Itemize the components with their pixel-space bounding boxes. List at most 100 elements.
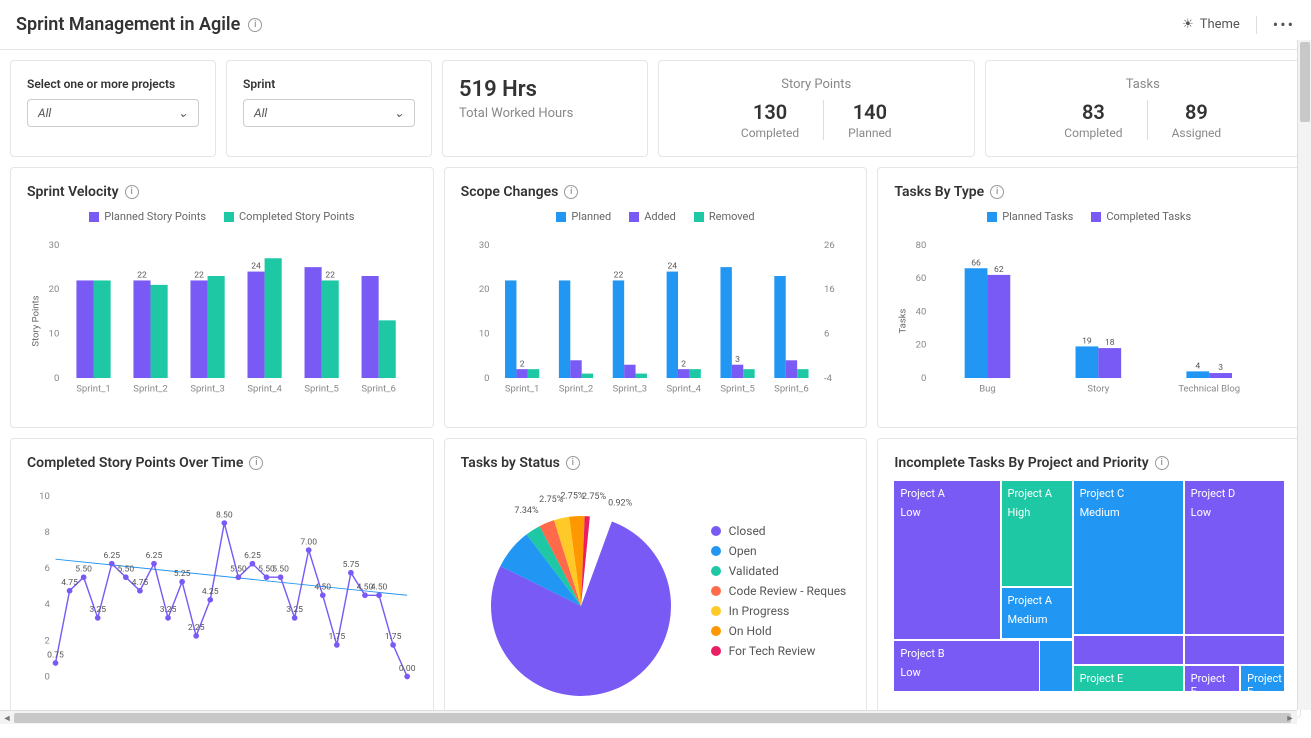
info-icon[interactable]: i bbox=[248, 18, 262, 32]
pie-legend-item[interactable]: Open bbox=[711, 544, 847, 558]
svg-text:22: 22 bbox=[194, 271, 204, 281]
svg-text:Sprint_5: Sprint_5 bbox=[720, 383, 754, 394]
svg-text:8.50: 8.50 bbox=[216, 510, 233, 520]
pie-legend-item[interactable]: On Hold bbox=[711, 624, 847, 638]
scroll-right-arrow[interactable]: ► bbox=[1283, 711, 1297, 725]
info-icon[interactable]: i bbox=[125, 185, 139, 199]
info-icon[interactable]: i bbox=[564, 185, 578, 199]
legend-added: Added bbox=[644, 210, 676, 223]
svg-text:Sprint_3: Sprint_3 bbox=[190, 383, 224, 394]
points-title: Story Points bbox=[675, 77, 958, 92]
treemap-cell[interactable]: Project AMedium bbox=[1002, 588, 1072, 638]
svg-text:0: 0 bbox=[44, 671, 49, 682]
chevron-down-icon: ⌄ bbox=[394, 106, 404, 120]
svg-text:Sprint_2: Sprint_2 bbox=[558, 383, 592, 394]
treemap-cell[interactable]: Project E bbox=[1185, 666, 1240, 691]
scroll-left-arrow[interactable]: ◄ bbox=[0, 711, 14, 725]
more-button[interactable]: ••• bbox=[1273, 15, 1295, 34]
svg-text:3.25: 3.25 bbox=[160, 605, 177, 615]
svg-text:2.75%: 2.75% bbox=[582, 492, 607, 502]
scroll-thumb[interactable] bbox=[1300, 42, 1310, 122]
svg-text:6.25: 6.25 bbox=[244, 551, 261, 561]
title-text: Sprint Management in Agile bbox=[16, 14, 240, 35]
svg-text:0.75: 0.75 bbox=[47, 650, 64, 660]
tasks-type-card: Tasks By Typei Planned Tasks Completed T… bbox=[877, 167, 1301, 428]
svg-text:Story: Story bbox=[1088, 383, 1110, 394]
kpi-tasks-card: Tasks 83 Completed 89 Assigned bbox=[985, 60, 1302, 157]
info-icon[interactable]: i bbox=[566, 456, 580, 470]
legend-swatch bbox=[629, 212, 639, 222]
pie-legend-item[interactable]: In Progress bbox=[711, 604, 847, 618]
svg-text:4: 4 bbox=[1196, 362, 1201, 372]
pie-legend: Closed Open Validated Code Review - Reques I… bbox=[711, 518, 847, 664]
legend-swatch bbox=[556, 212, 566, 222]
line-chart: 02468100.754.755.503.256.255.504.756.253… bbox=[27, 481, 417, 701]
project-select[interactable]: All ⌄ bbox=[27, 99, 199, 127]
svg-text:19: 19 bbox=[1082, 337, 1092, 347]
svg-text:4: 4 bbox=[44, 599, 50, 610]
pie-legend-item[interactable]: For Tech Review bbox=[711, 644, 847, 658]
treemap-cell[interactable]: Project DLow bbox=[1185, 481, 1284, 634]
treemap-cell[interactable]: Project CMedium bbox=[1074, 481, 1183, 634]
svg-text:22: 22 bbox=[325, 271, 335, 281]
treemap-cell[interactable]: Project ALow bbox=[894, 481, 999, 639]
legend-label: On Hold bbox=[729, 624, 772, 638]
tasks-assigned-label: Assigned bbox=[1172, 126, 1222, 140]
svg-text:20: 20 bbox=[916, 340, 927, 351]
scroll-thumb[interactable] bbox=[14, 713, 1291, 723]
kpi-row: Select one or more projects All ⌄ Sprint… bbox=[10, 60, 1301, 157]
svg-text:24: 24 bbox=[251, 262, 261, 272]
legend-completed: Completed Tasks bbox=[1106, 210, 1191, 223]
info-icon[interactable]: i bbox=[1155, 456, 1169, 470]
tasks-assigned: 89 bbox=[1172, 100, 1222, 124]
pie-legend-item[interactable]: Closed bbox=[711, 524, 847, 538]
treemap-cell[interactable]: Project BLow bbox=[894, 641, 1038, 691]
svg-text:Sprint_2: Sprint_2 bbox=[133, 383, 167, 394]
sprint-select[interactable]: All ⌄ bbox=[243, 99, 415, 127]
legend-dot bbox=[711, 626, 721, 636]
pie-legend-item[interactable]: Validated bbox=[711, 564, 847, 578]
svg-text:6: 6 bbox=[44, 563, 49, 574]
svg-text:7.00: 7.00 bbox=[300, 537, 317, 547]
treemap-cell[interactable] bbox=[1040, 641, 1071, 691]
chevron-down-icon: ⌄ bbox=[178, 106, 188, 120]
hours-value: 519 Hrs bbox=[459, 77, 631, 102]
project-value: All bbox=[38, 106, 51, 120]
info-icon[interactable]: i bbox=[249, 456, 263, 470]
tasks-type-title: Tasks By Type bbox=[894, 184, 984, 200]
svg-text:3: 3 bbox=[1219, 363, 1224, 373]
theme-button[interactable]: ☀ Theme bbox=[1182, 17, 1240, 32]
svg-text:Bug: Bug bbox=[980, 383, 997, 394]
charts-row-1: Sprint Velocityi Planned Story Points Co… bbox=[10, 167, 1301, 428]
charts-row-2: Completed Story Points Over Timei 024681… bbox=[10, 438, 1301, 718]
legend-dot bbox=[711, 526, 721, 536]
points-planned-label: Planned bbox=[848, 126, 891, 140]
velocity-chart: 0102030Story PointsSprint_122Sprint_222S… bbox=[27, 231, 417, 411]
svg-text:4.50: 4.50 bbox=[371, 583, 388, 593]
velocity-legend: Planned Story Points Completed Story Poi… bbox=[27, 210, 417, 223]
info-icon[interactable]: i bbox=[990, 185, 1004, 199]
svg-text:22: 22 bbox=[613, 271, 623, 281]
treemap-cell[interactable] bbox=[1185, 636, 1284, 663]
legend-label: Code Review - Reques bbox=[729, 584, 847, 598]
svg-text:8: 8 bbox=[44, 527, 49, 538]
vertical-scrollbar[interactable] bbox=[1297, 40, 1311, 710]
svg-text:2: 2 bbox=[44, 635, 49, 646]
treemap-cell[interactable]: Project AHigh bbox=[1002, 481, 1072, 586]
treemap-cell[interactable] bbox=[1074, 636, 1183, 663]
treemap-cell[interactable]: Project E bbox=[1241, 666, 1284, 691]
svg-text:5.50: 5.50 bbox=[75, 565, 92, 575]
pie-legend-item[interactable]: Code Review - Reques bbox=[711, 584, 847, 598]
svg-text:4.75: 4.75 bbox=[132, 578, 149, 588]
legend-label: In Progress bbox=[729, 604, 790, 618]
legend-label: For Tech Review bbox=[729, 644, 816, 658]
tasks-title: Tasks bbox=[1002, 77, 1285, 92]
treemap-cell[interactable]: Project E bbox=[1074, 666, 1183, 691]
legend-completed: Completed Story Points bbox=[239, 210, 354, 223]
svg-text:0: 0 bbox=[484, 373, 489, 384]
horizontal-scrollbar[interactable]: ◄ ► bbox=[0, 710, 1297, 724]
svg-text:30: 30 bbox=[49, 240, 60, 251]
svg-text:Story Points: Story Points bbox=[30, 295, 41, 346]
svg-text:1.75: 1.75 bbox=[329, 632, 346, 642]
svg-text:-4: -4 bbox=[824, 373, 833, 384]
